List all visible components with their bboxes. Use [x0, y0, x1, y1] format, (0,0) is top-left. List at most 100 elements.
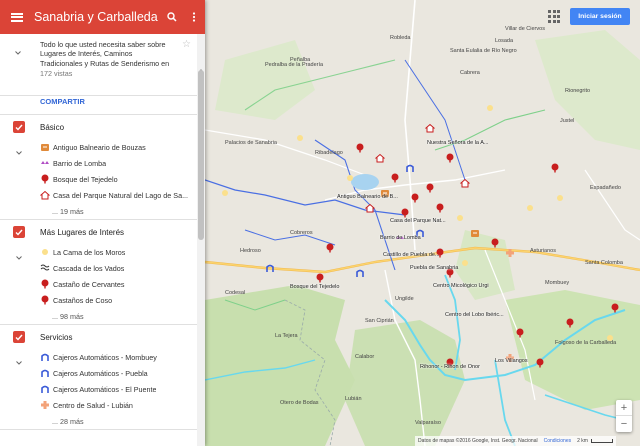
zoom-out-button[interactable]: − [616, 416, 632, 432]
poi-label: Bosque del Tejedelo [290, 284, 340, 290]
layer-item[interactable]: Casa del Parque Natural del Lago de Sa..… [0, 187, 205, 203]
map-marker-tree-icon[interactable] [355, 140, 365, 158]
place-label: Ungilde [395, 296, 414, 302]
layer-checkbox[interactable] [13, 226, 25, 238]
layer-header[interactable]: Servicios [0, 325, 205, 349]
zoom-in-button[interactable]: + [616, 400, 632, 416]
map-marker-spa-icon[interactable] [470, 225, 480, 243]
atm-icon [40, 368, 50, 378]
layer-item-label: Cascada de los Vados [53, 263, 125, 273]
layer-item[interactable]: Cascada de los Vados [0, 260, 205, 276]
map-marker-sun-icon[interactable] [455, 210, 465, 228]
layer-item[interactable]: Castaños de Coso [0, 292, 205, 308]
terms-link[interactable]: Condiciones [544, 438, 572, 444]
layer-item[interactable]: La Cama de los Moros [0, 244, 205, 260]
map-marker-tree-icon[interactable] [410, 190, 420, 208]
scroll-thumb[interactable] [198, 70, 204, 240]
map-marker-sun-icon[interactable] [295, 130, 305, 148]
poi-label: Nuestra Señora de la A... [427, 140, 489, 146]
map-attribution: Datos de mapas ©2016 Google, Inst. Geogr… [415, 436, 616, 446]
map-title: Sanabria y Carballeda [34, 10, 158, 24]
share-button[interactable]: COMPARTIR [0, 96, 205, 110]
map-marker-atm-icon[interactable] [265, 260, 275, 278]
map-marker-cross-icon[interactable] [505, 245, 515, 263]
house-icon [40, 190, 50, 200]
map-marker-atm-icon[interactable] [405, 160, 415, 178]
waterfall-icon [40, 263, 50, 273]
zoom-control: + − [616, 400, 632, 432]
collapse-chevron-icon[interactable] [16, 352, 22, 370]
layer-item-label: Centro de Salud - Lubián [53, 400, 133, 410]
map-marker-house-icon[interactable] [459, 175, 471, 193]
map-marker-tree-icon[interactable] [535, 355, 545, 373]
layer-item[interactable]: Cajeros Automáticos - El Puente [0, 381, 205, 397]
sign-in-button[interactable]: Iniciar sesión [570, 8, 630, 25]
layer-item[interactable]: Bosque del Tejedelo [0, 171, 205, 187]
map-marker-tree-icon[interactable] [515, 325, 525, 343]
place-label: Santa Colomba [585, 260, 623, 266]
layer-checkbox[interactable] [13, 331, 25, 343]
layer-item-label: Castaño de Cervantes [53, 279, 125, 289]
place-label: Hedroso [240, 248, 261, 254]
poi-label: Centro del Lobo Ibéric... [445, 312, 504, 318]
layer-item-label: Cajeros Automáticos - Mombuey [53, 352, 157, 362]
layer-item[interactable]: Barrio de Lomba [0, 155, 205, 171]
layer-section: Servicios Cajeros Automáticos - Mombuey Ca… [0, 325, 205, 430]
more-vert-icon[interactable] [183, 0, 205, 34]
layer-checkbox[interactable] [13, 121, 25, 133]
layer-header[interactable]: Más Lugares de Interés [0, 220, 205, 244]
collapse-chevron-icon[interactable] [16, 142, 22, 160]
map-marker-tree-icon[interactable] [445, 150, 455, 168]
poi-label: Rihonor - Rihon de Onor [420, 364, 480, 370]
place-label: Cobreros [290, 230, 313, 236]
more-items-link[interactable]: ... 98 más [0, 308, 205, 324]
map-marker-atm-icon[interactable] [355, 265, 365, 283]
place-label: Losada [495, 38, 514, 44]
map-marker-tree-icon[interactable] [390, 170, 400, 188]
tree-icon [40, 174, 50, 184]
layer-title: Básico [40, 122, 65, 132]
check-icon [15, 334, 23, 341]
map-marker-sun-icon[interactable] [485, 100, 495, 118]
apps-grid-icon[interactable] [548, 10, 562, 24]
map-marker-sun-icon[interactable] [460, 255, 470, 273]
layer-item[interactable]: Cajeros Automáticos - Puebla [0, 365, 205, 381]
village-icon [40, 158, 50, 168]
map-marker-house-icon[interactable] [364, 200, 376, 218]
star-icon[interactable]: ☆ [182, 39, 191, 50]
map-description: Todo lo que usted necesita saber sobre L… [0, 34, 205, 96]
layer-header[interactable]: Básico [0, 115, 205, 139]
map-marker-tree-icon[interactable] [325, 240, 335, 258]
sidebar-panel: Sanabria y Carballeda Todo lo que usted … [0, 0, 205, 446]
layer-item[interactable]: Cajeros Automáticos - Mombuey [0, 349, 205, 365]
place-label: Otero de Bodas [280, 400, 319, 406]
tree-icon [40, 279, 50, 289]
search-icon[interactable] [161, 0, 183, 34]
map-marker-sun-icon[interactable] [345, 170, 355, 188]
more-items-link[interactable]: ... 19 más [0, 203, 205, 219]
map-marker-tree-icon[interactable] [610, 300, 620, 318]
map-canvas[interactable]: Pedralba de la Pradería Robleda Santa Eu… [205, 0, 640, 446]
map-marker-tree-icon[interactable] [565, 315, 575, 333]
layer-item[interactable]: Antiguo Balneario de Bouzas [0, 139, 205, 155]
sidebar-scrollbar[interactable] [197, 34, 205, 446]
map-marker-tree-icon[interactable] [550, 160, 560, 178]
menu-icon[interactable] [0, 0, 34, 34]
collapse-chevron-icon[interactable] [16, 247, 22, 265]
place-label: Espadañedo [590, 185, 621, 191]
map-marker-sun-icon[interactable] [555, 190, 565, 208]
map-marker-sun-icon[interactable] [220, 185, 230, 203]
poi-label: Los Villangos [495, 358, 528, 364]
check-icon [15, 229, 23, 236]
map-marker-tree-icon[interactable] [425, 180, 435, 198]
layer-item[interactable]: Castaño de Cervantes [0, 276, 205, 292]
map-marker-house-icon[interactable] [424, 120, 436, 138]
map-marker-house-icon[interactable] [374, 150, 386, 168]
map-marker-sun-icon[interactable] [525, 200, 535, 218]
more-items-link[interactable]: ... 28 más [0, 413, 205, 429]
map-marker-tree-icon[interactable] [435, 200, 445, 218]
map-marker-tree-icon[interactable] [490, 235, 500, 253]
layer-item[interactable]: Centro de Salud - Lubián [0, 397, 205, 413]
collapse-chevron-icon[interactable] [15, 42, 21, 60]
medical-cross-icon [40, 400, 50, 410]
